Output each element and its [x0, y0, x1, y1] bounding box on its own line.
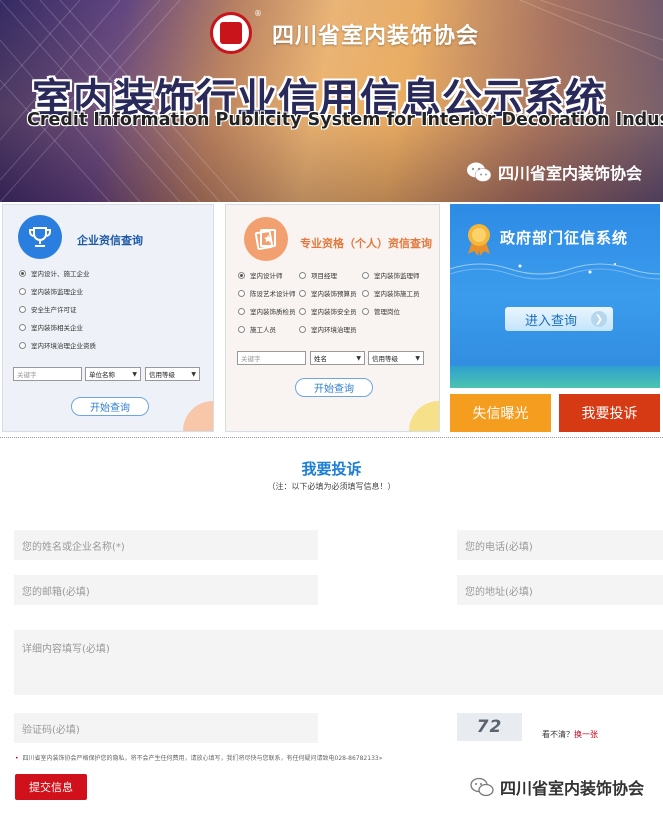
personal-option-budget[interactable]: 室内装饰预算员	[299, 288, 357, 298]
enterprise-credit-level-select[interactable]: 信用等级 ▼	[145, 367, 200, 381]
corner-decoration	[409, 401, 439, 431]
wechat-icon	[470, 777, 494, 797]
registered-mark: ®	[254, 9, 262, 18]
personal-keyword-input[interactable]: 关键字	[237, 351, 306, 365]
personal-option-supervisor[interactable]: 室内装饰监理师	[362, 270, 420, 280]
name-input[interactable]: 您的姓名或企业名称(*)	[14, 530, 318, 560]
gov-panel-title: 政府部门征信系统	[500, 229, 629, 247]
address-input[interactable]: 您的地址(必填)	[457, 575, 663, 605]
phone-input[interactable]: 您的电话(必填)	[457, 530, 663, 560]
corner-decoration	[183, 401, 213, 431]
personal-search-button[interactable]: 开始查询	[295, 378, 373, 397]
trophy-icon	[18, 215, 62, 259]
wechat-account-mark: 四川省室内装饰协会	[466, 160, 642, 184]
enterprise-option-environment[interactable]: 室内环境治理企业资质	[19, 340, 96, 350]
captcha-hint: 看不清？换一张	[542, 730, 598, 739]
dishonesty-exposure-button[interactable]: 失信曝光	[450, 394, 551, 432]
chevron-down-icon: ▼	[191, 370, 196, 378]
personal-option-project-manager[interactable]: 项目经理	[299, 270, 337, 280]
complaint-button[interactable]: 我要投诉	[559, 394, 660, 432]
enterprise-panel-title: 企业资信查询	[77, 234, 143, 247]
personal-option-management[interactable]: 管理岗位	[362, 306, 400, 316]
radio-icon	[19, 341, 26, 349]
radio-icon	[299, 307, 306, 315]
radio-icon	[299, 325, 306, 333]
captcha-input[interactable]: 验证码(必填)	[14, 713, 318, 743]
bullet-icon: •	[15, 755, 19, 762]
wechat-watermark: 四川省室内装饰协会	[470, 775, 644, 799]
personal-credit-level-select[interactable]: 信用等级 ▼	[368, 351, 424, 365]
captcha-image[interactable]: 72	[457, 713, 522, 741]
wechat-account-name: 四川省室内装饰协会	[498, 164, 643, 183]
radio-icon	[362, 307, 369, 315]
enterprise-option-design[interactable]: 室内设计、施工企业	[19, 268, 90, 278]
radio-icon	[362, 289, 369, 297]
personal-option-quality[interactable]: 室内装饰质检员	[238, 306, 296, 316]
personal-option-designer[interactable]: 室内设计师	[238, 270, 283, 280]
gov-panel-footer-band	[450, 366, 660, 388]
association-logo	[210, 12, 252, 54]
privacy-notice: • 四川省室内装饰协会严格保护您的隐私，将不会产生任何费用，请放心填写，我们将尽快…	[15, 755, 383, 762]
submit-button[interactable]: 提交信息	[15, 774, 87, 800]
radio-icon	[19, 305, 26, 313]
chevron-down-icon: ▼	[356, 354, 361, 362]
personal-credit-query-panel: 专业资格（个人）资信查询 室内设计师 项目经理 室内装饰监理师 陈设艺术设计师 …	[225, 204, 440, 432]
radio-icon	[19, 287, 26, 295]
enterprise-option-safety-license[interactable]: 安全生产许可证	[19, 304, 77, 314]
radio-icon	[19, 269, 26, 277]
personal-option-construction[interactable]: 室内装饰施工员	[362, 288, 420, 298]
wechat-icon	[467, 162, 492, 182]
enterprise-option-related[interactable]: 室内装饰相关企业	[19, 322, 83, 332]
complaint-form-note: （注：以下必填为必须填写信息！）	[267, 482, 396, 491]
radio-icon	[299, 271, 306, 279]
radio-icon	[238, 271, 245, 279]
enterprise-field-select[interactable]: 单位名称 ▼	[85, 367, 141, 381]
enterprise-credit-query-panel: 企业资信查询 室内设计、施工企业 室内装饰监理企业 安全生产许可证 室内装饰相关…	[2, 204, 214, 432]
radio-icon	[299, 289, 306, 297]
gov-credit-system-panel: 政府部门征信系统 进入查询 ❯	[450, 204, 660, 388]
radio-icon	[238, 307, 245, 315]
personal-option-worker[interactable]: 施工人员	[238, 324, 276, 334]
enterprise-keyword-input[interactable]: 关键字	[13, 367, 82, 381]
radio-icon	[238, 289, 245, 297]
arrow-right-icon: ❯	[591, 311, 607, 327]
radio-icon	[238, 325, 245, 333]
complaint-form-title: 我要投诉	[301, 460, 362, 478]
captcha-refresh-link[interactable]: 换一张	[574, 730, 598, 739]
radio-icon	[19, 323, 26, 331]
org-name: 四川省室内装饰协会	[272, 24, 480, 49]
personal-option-safety[interactable]: 室内装饰安全员	[299, 306, 357, 316]
detail-textarea[interactable]: 详细内容填写(必填)	[14, 630, 663, 695]
personal-option-environment[interactable]: 室内环境治理员	[299, 324, 357, 334]
personal-option-furnishing-designer[interactable]: 陈设艺术设计师	[238, 288, 296, 298]
certificate-icon	[244, 217, 288, 261]
enterprise-option-supervision[interactable]: 室内装饰监理企业	[19, 286, 83, 296]
header-banner: ® 四川省室内装饰协会 室内装饰行业信用信息公示系统 Credit Inform…	[0, 0, 663, 202]
personal-field-select[interactable]: 姓名 ▼	[310, 351, 365, 365]
enterprise-search-button[interactable]: 开始查询	[71, 397, 149, 416]
chevron-down-icon: ▼	[415, 354, 420, 362]
wave-decoration	[450, 263, 660, 280]
radio-icon	[362, 271, 369, 279]
email-input[interactable]: 您的邮箱(必填)	[14, 575, 318, 605]
chevron-down-icon: ▼	[132, 370, 137, 378]
wechat-watermark-name: 四川省室内装饰协会	[500, 779, 645, 798]
gov-enter-query-button[interactable]: 进入查询 ❯	[505, 307, 613, 331]
personal-panel-title: 专业资格（个人）资信查询	[300, 237, 432, 250]
page-subtitle: Credit Information Publicity System for …	[27, 110, 663, 130]
medal-icon	[468, 224, 490, 256]
section-divider	[0, 437, 663, 438]
